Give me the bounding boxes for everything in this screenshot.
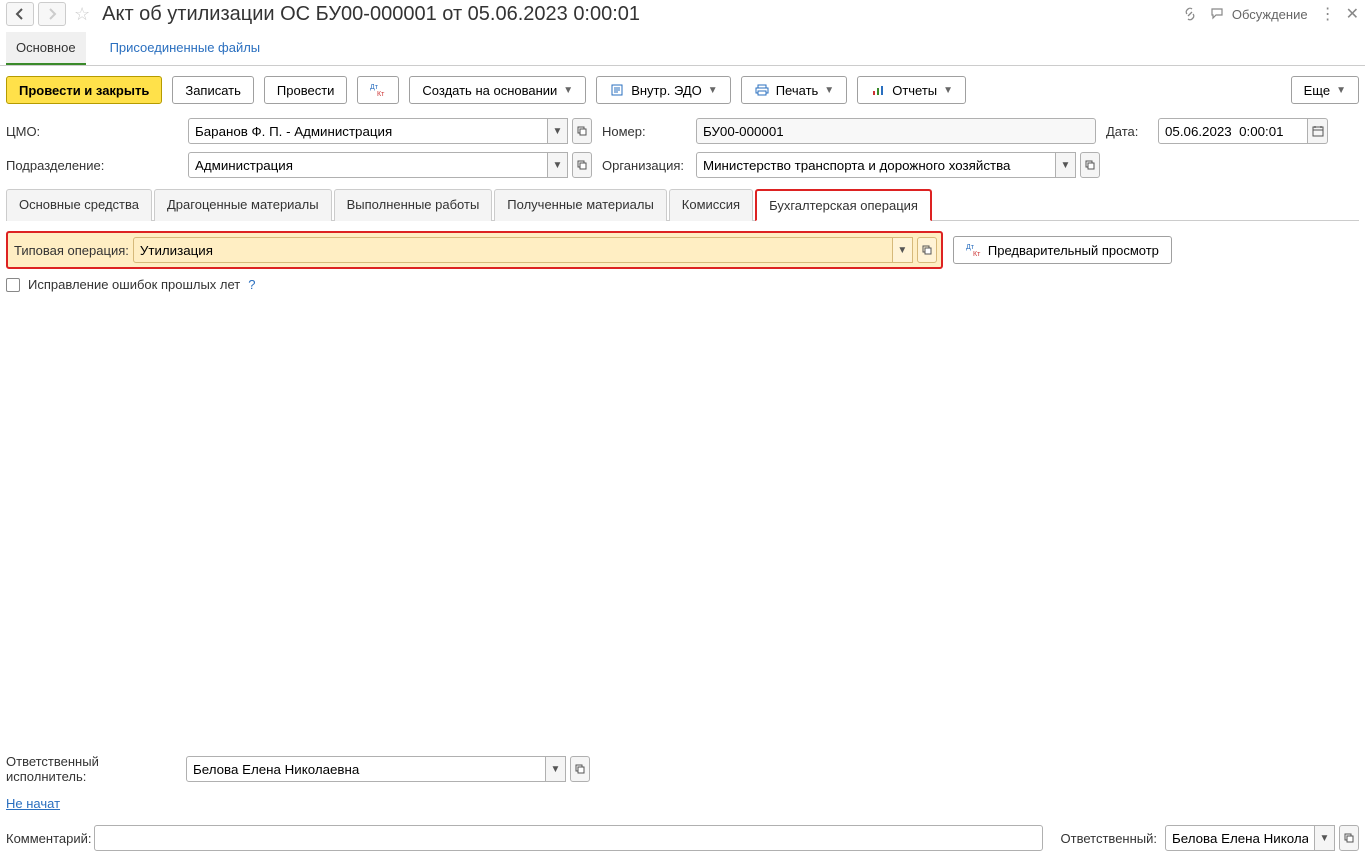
podr-input[interactable] xyxy=(188,152,548,178)
arrow-right-icon xyxy=(46,8,58,20)
tmo-dropdown[interactable]: ▼ xyxy=(548,118,568,144)
subtab-works[interactable]: Выполненные работы xyxy=(334,189,493,221)
org-open-icon[interactable] xyxy=(1080,152,1100,178)
not-started-link[interactable]: Не начат xyxy=(6,796,60,811)
subtab-accounting[interactable]: Бухгалтерская операция xyxy=(755,189,932,221)
nav-tabs: Основное Присоединенные файлы xyxy=(0,32,1365,66)
chat-icon xyxy=(1210,6,1226,22)
post-button[interactable]: Провести xyxy=(264,76,348,104)
subtab-materials[interactable]: Полученные материалы xyxy=(494,189,667,221)
page-title: Акт об утилизации ОС БУ00-000001 от 05.0… xyxy=(102,3,640,26)
help-icon[interactable]: ? xyxy=(248,277,255,292)
org-label: Организация: xyxy=(602,158,686,173)
nomer-label: Номер: xyxy=(602,124,686,139)
preview-label: Предварительный просмотр xyxy=(988,243,1159,258)
data-field-group xyxy=(1158,118,1328,144)
favorite-star-icon[interactable]: ☆ xyxy=(74,4,90,25)
link-icon[interactable] xyxy=(1182,6,1198,22)
titlebar: ☆ Акт об утилизации ОС БУ00-000001 от 05… xyxy=(0,0,1365,32)
print-icon xyxy=(754,82,770,98)
content-area xyxy=(0,300,1365,752)
typical-operation-box: Типовая операция: ▼ xyxy=(6,231,943,269)
subtab-commission[interactable]: Комиссия xyxy=(669,189,753,221)
podr-label: Подразделение: xyxy=(6,158,178,173)
dtct-icon: ДтКт xyxy=(966,242,982,258)
fix-errors-checkbox[interactable] xyxy=(6,278,20,292)
svg-text:Кт: Кт xyxy=(973,251,981,257)
subtab-main-assets[interactable]: Основные средства xyxy=(6,189,152,221)
caret-down-icon: ▼ xyxy=(708,85,718,96)
typical-op-dropdown[interactable]: ▼ xyxy=(893,237,913,263)
edo-icon xyxy=(609,82,625,98)
print-button[interactable]: Печать ▼ xyxy=(741,76,848,104)
typical-op-label: Типовая операция: xyxy=(12,243,133,258)
dtct-icon: ДтКт xyxy=(370,82,386,98)
tmo-input[interactable] xyxy=(188,118,548,144)
resp-exec-open-icon[interactable] xyxy=(570,756,590,782)
edo-button[interactable]: Внутр. ЭДО ▼ xyxy=(596,76,731,104)
podr-open-icon[interactable] xyxy=(572,152,592,178)
nav-back-button[interactable] xyxy=(6,2,34,26)
svg-text:Кт: Кт xyxy=(377,91,385,97)
arrow-left-icon xyxy=(14,8,26,20)
navtab-main[interactable]: Основное xyxy=(6,32,86,65)
caret-down-icon: ▼ xyxy=(1336,85,1346,96)
tmo-open-icon[interactable] xyxy=(572,118,592,144)
responsible-label: Ответственный: xyxy=(1061,831,1157,846)
org-field-group: ▼ xyxy=(696,152,1100,178)
edo-label: Внутр. ЭДО xyxy=(631,83,702,98)
preview-button[interactable]: ДтКт Предварительный просмотр xyxy=(953,236,1172,264)
svg-text:Дт: Дт xyxy=(966,244,975,251)
data-label: Дата: xyxy=(1106,124,1148,139)
discussion-button[interactable]: Обсуждение xyxy=(1210,6,1308,22)
reports-label: Отчеты xyxy=(892,83,937,98)
tmo-field-group: ▼ xyxy=(188,118,592,144)
caret-down-icon: ▼ xyxy=(943,85,953,96)
kebab-menu-icon[interactable]: ⋮ xyxy=(1320,4,1334,24)
create-based-button[interactable]: Создать на основании ▼ xyxy=(409,76,586,104)
svg-text:Дт: Дт xyxy=(370,84,379,91)
responsible-input[interactable] xyxy=(1165,825,1315,851)
tmo-label: ЦМО: xyxy=(6,124,178,139)
reports-icon xyxy=(870,82,886,98)
reports-button[interactable]: Отчеты ▼ xyxy=(857,76,966,104)
toolbar: Провести и закрыть Записать Провести ДтК… xyxy=(0,66,1365,114)
close-icon[interactable]: ✕ xyxy=(1346,4,1359,24)
podr-dropdown[interactable]: ▼ xyxy=(548,152,568,178)
org-input[interactable] xyxy=(696,152,1056,178)
fix-errors-row: Исправление ошибок прошлых лет ? xyxy=(6,277,1359,292)
caret-down-icon: ▼ xyxy=(824,85,834,96)
typical-op-input[interactable] xyxy=(133,237,893,263)
comment-label: Комментарий: xyxy=(6,831,86,846)
responsible-dropdown[interactable]: ▼ xyxy=(1315,825,1335,851)
resp-exec-input[interactable] xyxy=(186,756,546,782)
data-input[interactable] xyxy=(1158,118,1308,144)
fix-errors-label: Исправление ошибок прошлых лет xyxy=(28,277,240,292)
podr-field-group: ▼ xyxy=(188,152,592,178)
create-based-label: Создать на основании xyxy=(422,83,557,98)
nav-forward-button[interactable] xyxy=(38,2,66,26)
more-button[interactable]: Еще ▼ xyxy=(1291,76,1359,104)
post-and-close-button[interactable]: Провести и закрыть xyxy=(6,76,162,104)
calendar-icon[interactable] xyxy=(1308,118,1328,144)
responsible-open-icon[interactable] xyxy=(1339,825,1359,851)
subtabs: Основные средства Драгоценные материалы … xyxy=(6,188,1359,221)
org-dropdown[interactable]: ▼ xyxy=(1056,152,1076,178)
print-label: Печать xyxy=(776,83,819,98)
resp-exec-label: Ответственный исполнитель: xyxy=(6,754,178,784)
nomer-input[interactable] xyxy=(696,118,1096,144)
subtab-precious[interactable]: Драгоценные материалы xyxy=(154,189,332,221)
discussion-label: Обсуждение xyxy=(1232,7,1308,22)
caret-down-icon: ▼ xyxy=(563,85,573,96)
navtab-files[interactable]: Присоединенные файлы xyxy=(100,32,271,65)
dtct-button[interactable]: ДтКт xyxy=(357,76,399,104)
operation-bar: Типовая операция: ▼ ДтКт Предварительный… xyxy=(6,231,1359,269)
save-button[interactable]: Записать xyxy=(172,76,254,104)
comment-input[interactable] xyxy=(94,825,1043,851)
more-label: Еще xyxy=(1304,83,1330,98)
resp-exec-dropdown[interactable]: ▼ xyxy=(546,756,566,782)
typical-op-open-icon[interactable] xyxy=(917,237,937,263)
